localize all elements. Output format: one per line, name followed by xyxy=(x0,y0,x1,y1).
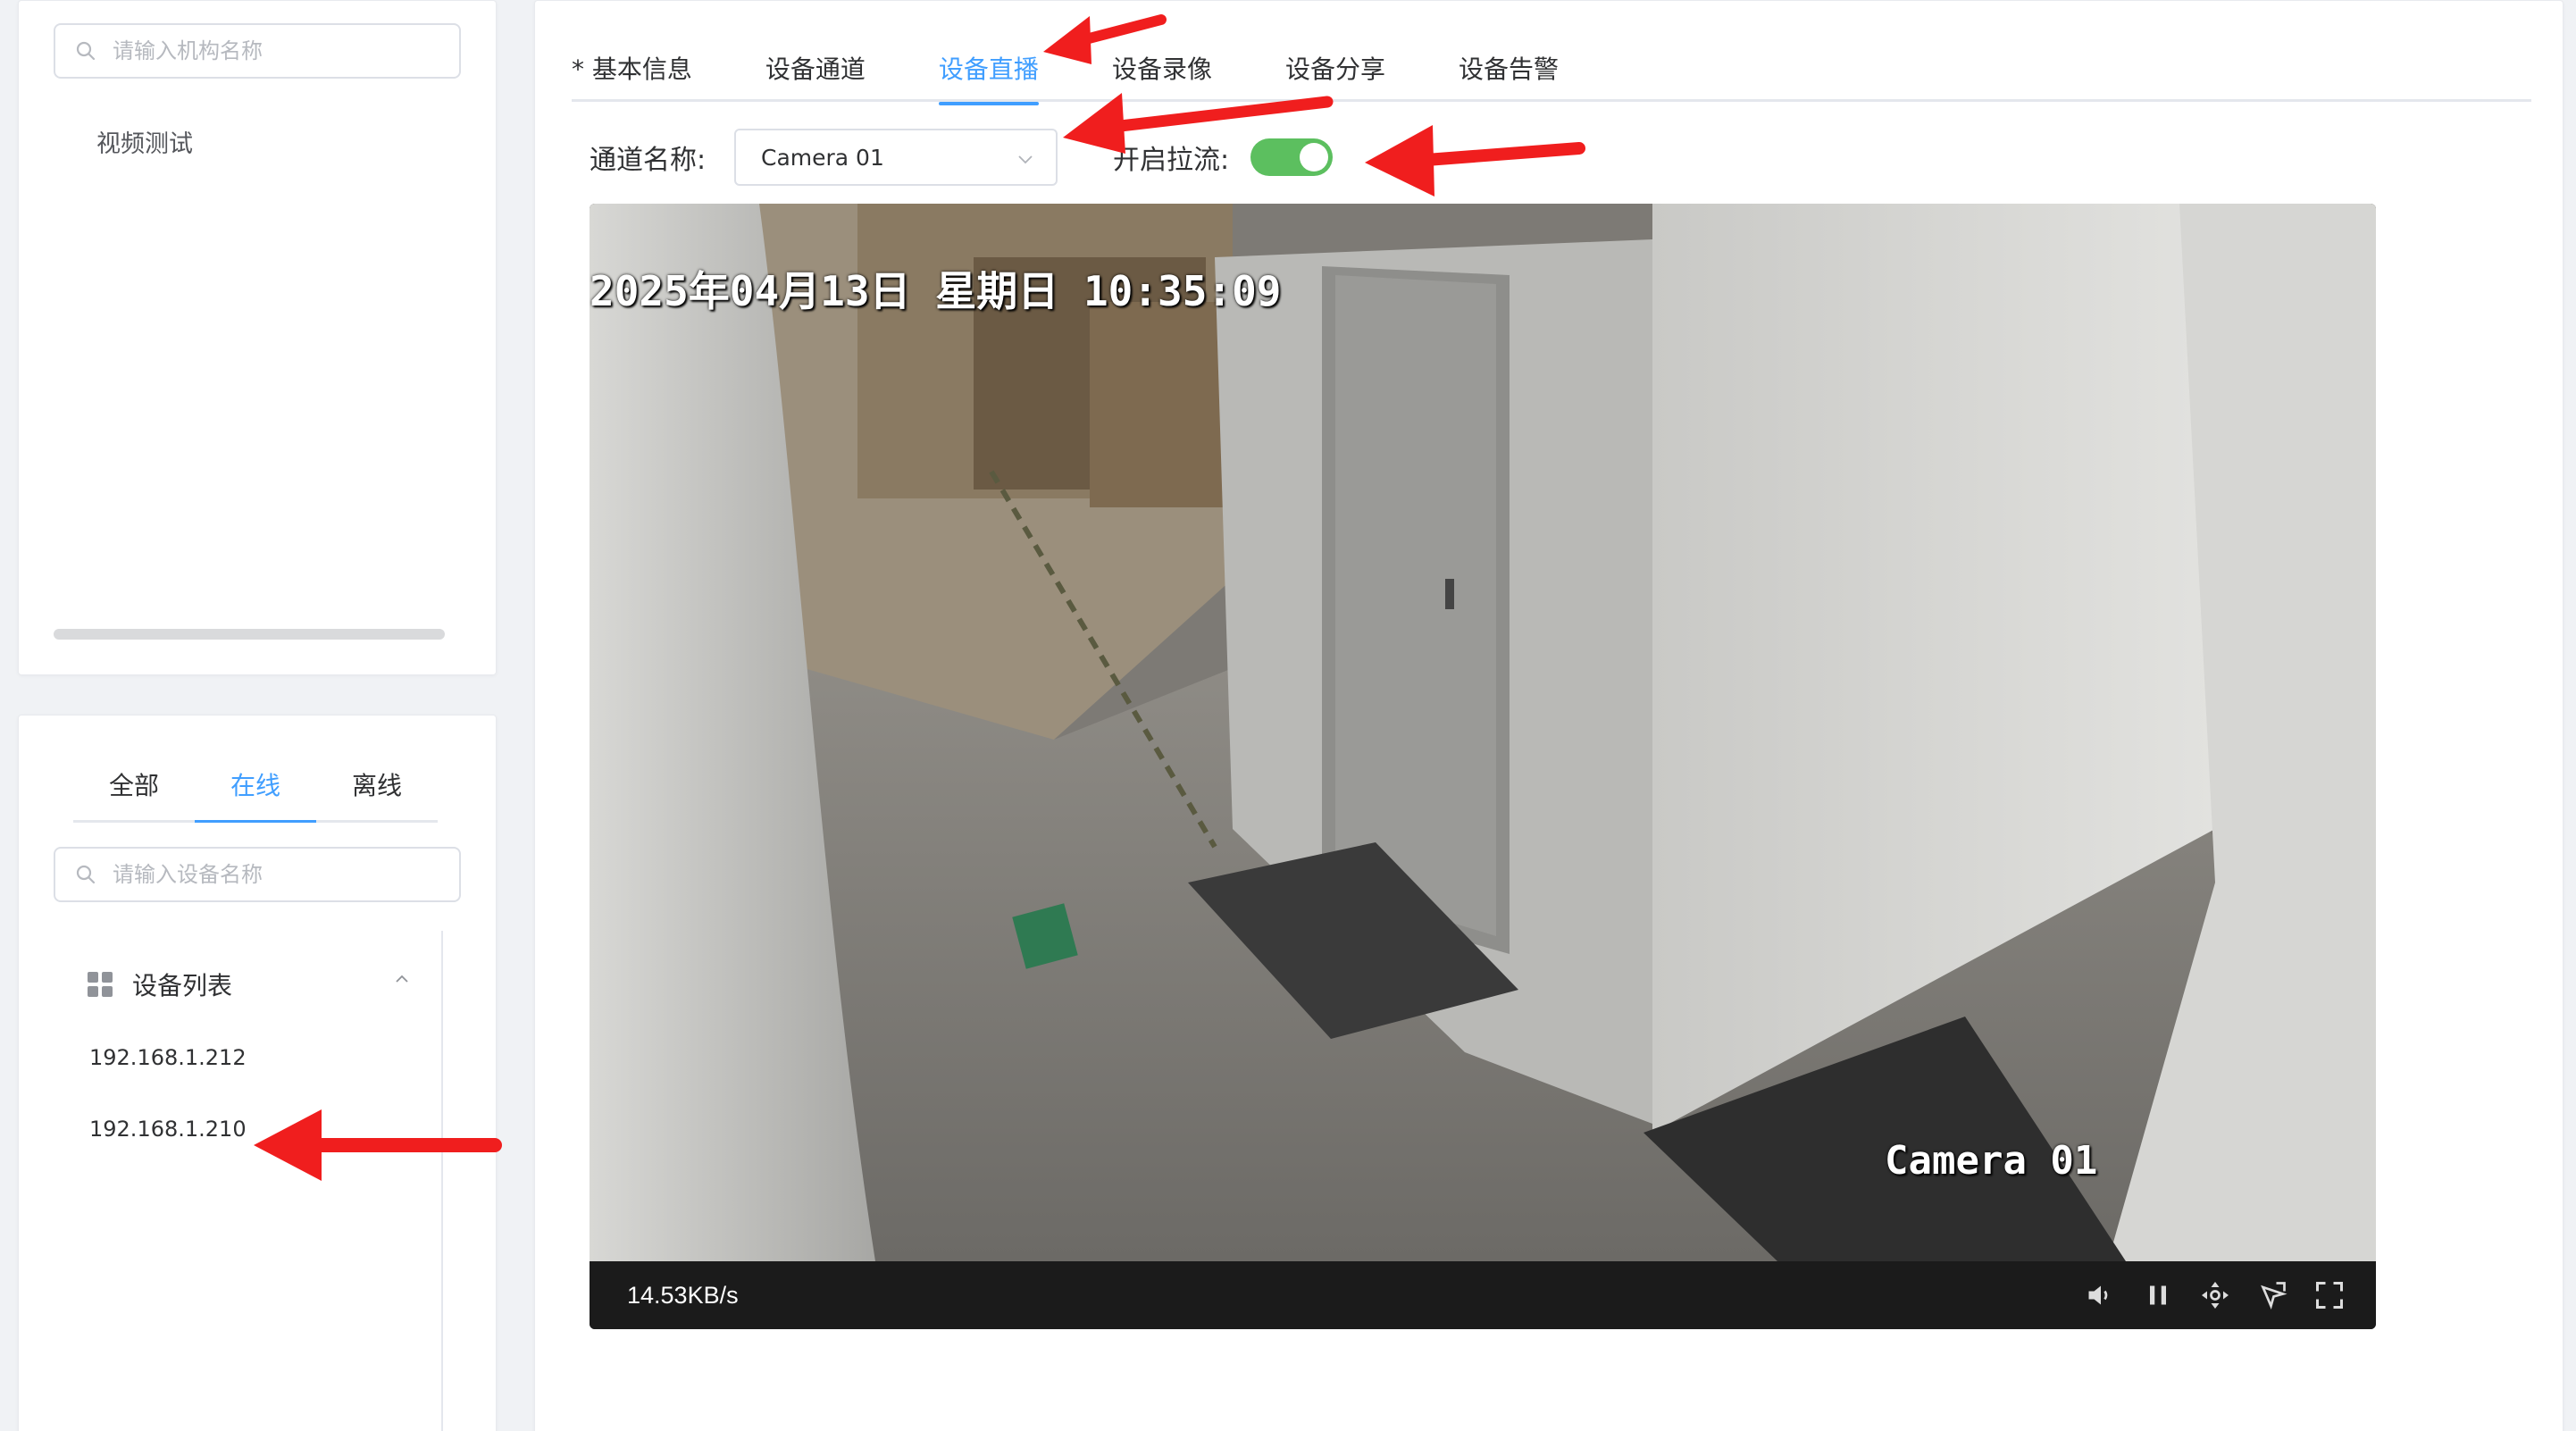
tab-all[interactable]: 全部 xyxy=(73,766,195,823)
device-search-box[interactable] xyxy=(54,847,461,902)
tabs-divider xyxy=(572,99,2531,102)
osd-timestamp: 2025年04月13日 星期日 10:35:09 xyxy=(590,267,1282,315)
device-item-212[interactable]: 192.168.1.212 xyxy=(89,1045,247,1070)
device-tree-title: 设备列表 xyxy=(132,971,233,1000)
volume-icon[interactable] xyxy=(2085,1279,2117,1311)
tree-divider xyxy=(441,931,443,1431)
player-controls xyxy=(2060,1279,2346,1311)
org-search-input[interactable] xyxy=(113,38,381,63)
device-tree-header[interactable]: 设备列表 xyxy=(88,967,409,1002)
org-search-box[interactable] xyxy=(54,23,461,79)
channel-select-value: Camera 01 xyxy=(761,144,884,171)
pause-icon[interactable] xyxy=(2142,1279,2174,1311)
status-tabs: 全部 在线 离线 xyxy=(73,766,438,823)
ptz-icon[interactable] xyxy=(2199,1279,2231,1311)
org-item-video-test[interactable]: 视频测试 xyxy=(96,124,193,159)
search-icon xyxy=(76,865,96,884)
tab-device-alarm[interactable]: 设备告警 xyxy=(1459,50,1559,105)
stream-label: 开启拉流: xyxy=(1113,145,1230,176)
channel-select[interactable]: Camera 01 xyxy=(734,129,1058,186)
grid-icon xyxy=(88,972,113,997)
tab-basic-info[interactable]: * 基本信息 xyxy=(572,50,692,105)
device-item-210[interactable]: 192.168.1.210 xyxy=(89,1117,247,1142)
tab-device-share[interactable]: 设备分享 xyxy=(1285,50,1385,105)
stream-toggle[interactable] xyxy=(1250,138,1333,176)
player-control-bar: 14.53KB/s xyxy=(590,1261,2376,1329)
org-panel xyxy=(18,0,497,675)
device-search-input[interactable] xyxy=(113,862,381,887)
fullscreen-icon[interactable] xyxy=(2313,1279,2346,1311)
toggle-knob xyxy=(1300,143,1328,172)
tab-device-recording[interactable]: 设备录像 xyxy=(1112,50,1212,105)
chevron-up-icon[interactable] xyxy=(395,972,409,986)
screenshot-icon[interactable] xyxy=(2256,1279,2288,1311)
channel-label: 通道名称: xyxy=(590,145,707,176)
tab-device-live[interactable]: 设备直播 xyxy=(938,50,1039,105)
tab-device-channel[interactable]: 设备通道 xyxy=(765,50,866,105)
tab-online[interactable]: 在线 xyxy=(195,766,316,823)
horizontal-scrollbar[interactable] xyxy=(54,629,445,640)
search-icon xyxy=(76,41,96,61)
chevron-down-icon xyxy=(1018,155,1033,164)
device-tabs: * 基本信息 设备通道 设备直播 设备录像 设备分享 设备告警 xyxy=(572,50,1632,105)
camera-feed xyxy=(590,204,2376,1261)
osd-camera-name: Camera 01 xyxy=(1885,1138,2098,1184)
bitrate-readout: 14.53KB/s xyxy=(627,1281,739,1309)
video-player[interactable]: 2025年04月13日 星期日 10:35:09 Camera 01 14.53… xyxy=(590,204,2376,1329)
tab-offline[interactable]: 离线 xyxy=(316,766,438,823)
